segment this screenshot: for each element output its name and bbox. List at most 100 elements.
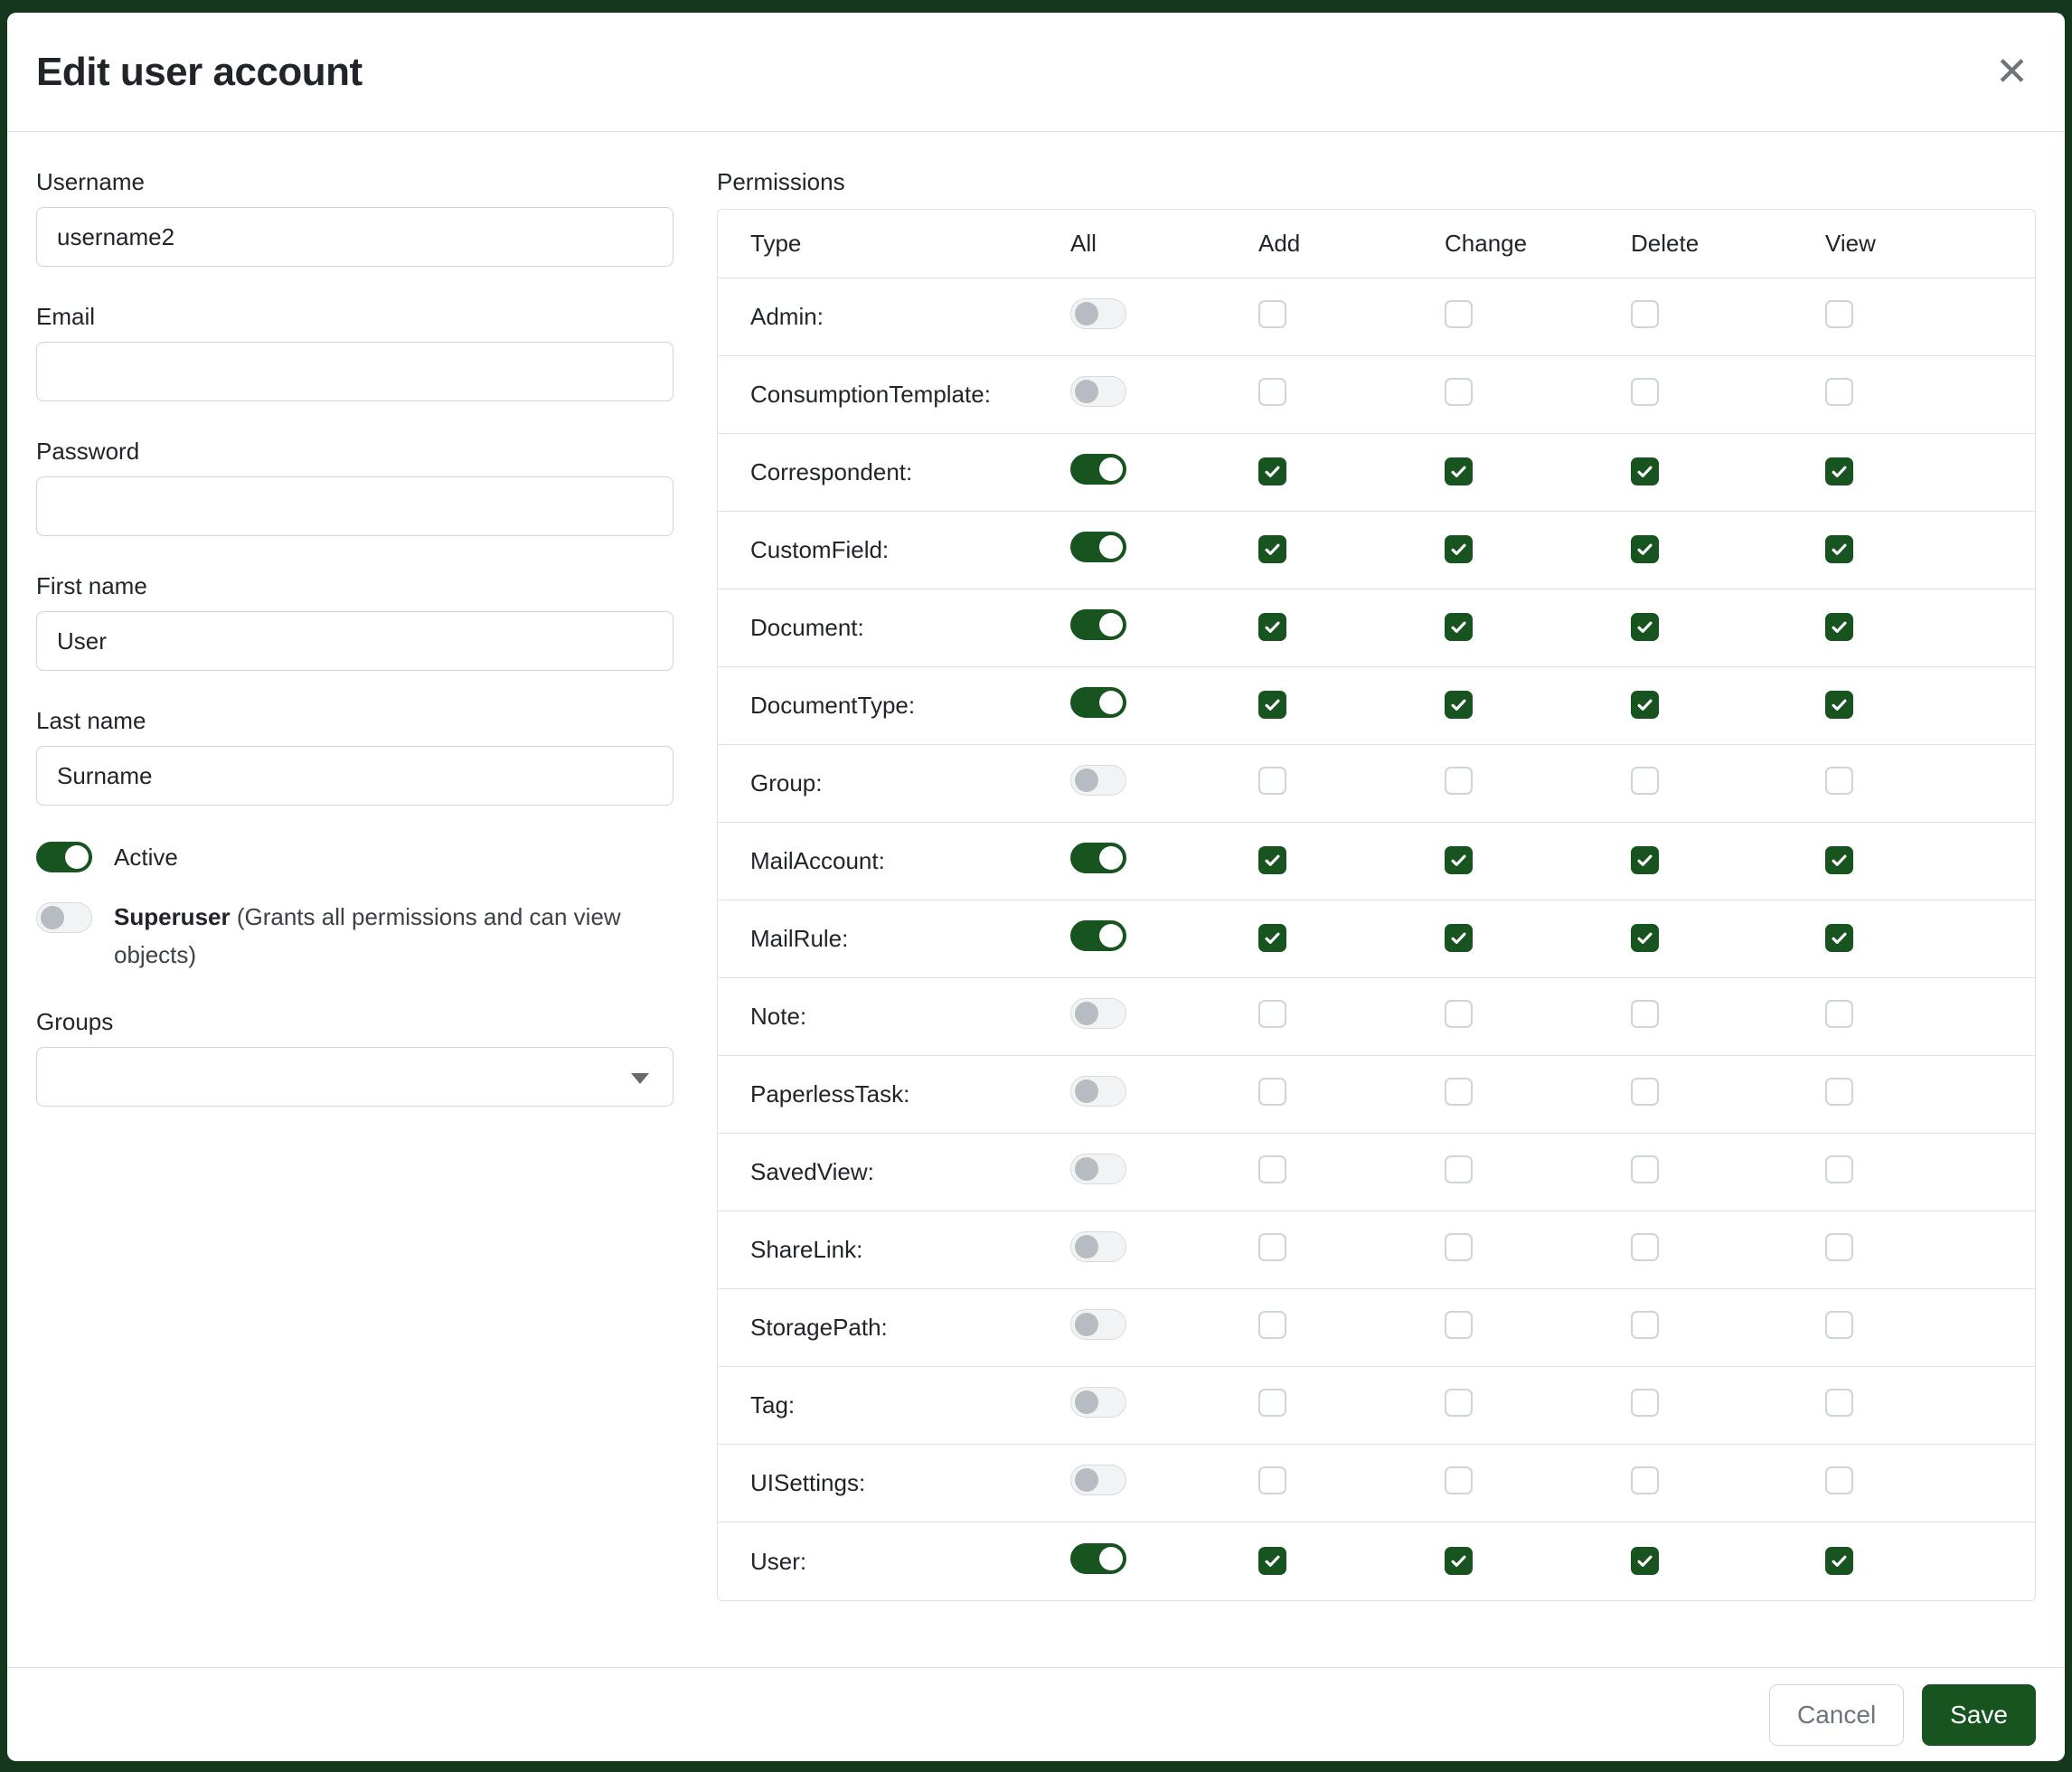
email-input[interactable] bbox=[36, 342, 673, 401]
toggle-knob bbox=[1075, 1002, 1098, 1025]
permission-add-checkbox[interactable] bbox=[1258, 767, 1286, 795]
permission-view-checkbox[interactable] bbox=[1825, 924, 1853, 952]
permission-change-checkbox[interactable] bbox=[1445, 1078, 1473, 1106]
superuser-toggle-row: Superuser (Grants all permissions and ca… bbox=[36, 898, 673, 974]
permission-delete-checkbox[interactable] bbox=[1631, 613, 1659, 641]
permission-all-toggle[interactable] bbox=[1070, 1465, 1126, 1495]
permission-add-checkbox[interactable] bbox=[1258, 691, 1286, 719]
permission-delete-checkbox[interactable] bbox=[1631, 1155, 1659, 1183]
permission-add-checkbox[interactable] bbox=[1258, 535, 1286, 563]
permission-delete-checkbox[interactable] bbox=[1631, 535, 1659, 563]
permission-change-checkbox[interactable] bbox=[1445, 535, 1473, 563]
permission-change-checkbox[interactable] bbox=[1445, 1000, 1473, 1028]
permission-delete-checkbox[interactable] bbox=[1631, 1547, 1659, 1575]
permission-add-checkbox[interactable] bbox=[1258, 1000, 1286, 1028]
permission-view-checkbox[interactable] bbox=[1825, 1311, 1853, 1339]
permission-change-checkbox[interactable] bbox=[1445, 691, 1473, 719]
permission-add-checkbox[interactable] bbox=[1258, 457, 1286, 485]
permission-change-checkbox[interactable] bbox=[1445, 1389, 1473, 1417]
permission-delete-checkbox[interactable] bbox=[1631, 924, 1659, 952]
permission-view-checkbox[interactable] bbox=[1825, 1078, 1853, 1106]
permission-delete-checkbox[interactable] bbox=[1631, 1466, 1659, 1494]
password-input[interactable] bbox=[36, 476, 673, 536]
permission-change-checkbox[interactable] bbox=[1445, 846, 1473, 874]
save-button[interactable]: Save bbox=[1922, 1684, 2036, 1746]
permission-view-checkbox[interactable] bbox=[1825, 846, 1853, 874]
permission-all-toggle[interactable] bbox=[1070, 1387, 1126, 1418]
permission-add-checkbox[interactable] bbox=[1258, 1466, 1286, 1494]
permission-all-toggle[interactable] bbox=[1070, 843, 1126, 873]
permission-view-checkbox[interactable] bbox=[1825, 1155, 1853, 1183]
permission-change-checkbox[interactable] bbox=[1445, 457, 1473, 485]
permission-change-checkbox[interactable] bbox=[1445, 300, 1473, 328]
permission-delete-checkbox[interactable] bbox=[1631, 1311, 1659, 1339]
permission-all-toggle[interactable] bbox=[1070, 998, 1126, 1029]
permission-change-checkbox[interactable] bbox=[1445, 924, 1473, 952]
permission-change-checkbox[interactable] bbox=[1445, 613, 1473, 641]
first-name-input[interactable] bbox=[36, 611, 673, 671]
superuser-toggle[interactable] bbox=[36, 902, 92, 933]
permission-add-checkbox[interactable] bbox=[1258, 1078, 1286, 1106]
permission-all-toggle[interactable] bbox=[1070, 1543, 1126, 1574]
permission-add-checkbox[interactable] bbox=[1258, 378, 1286, 406]
permission-delete-checkbox[interactable] bbox=[1631, 691, 1659, 719]
permission-delete-checkbox[interactable] bbox=[1631, 1000, 1659, 1028]
permission-all-toggle[interactable] bbox=[1070, 920, 1126, 951]
permission-all-toggle[interactable] bbox=[1070, 1076, 1126, 1107]
groups-select[interactable] bbox=[36, 1047, 673, 1107]
permission-change-checkbox[interactable] bbox=[1445, 1547, 1473, 1575]
permission-view-checkbox[interactable] bbox=[1825, 1000, 1853, 1028]
active-toggle[interactable] bbox=[36, 842, 92, 872]
permission-add-checkbox[interactable] bbox=[1258, 613, 1286, 641]
permission-add-checkbox[interactable] bbox=[1258, 300, 1286, 328]
permission-all-toggle[interactable] bbox=[1070, 609, 1126, 640]
permission-view-checkbox[interactable] bbox=[1825, 1233, 1853, 1261]
permission-all-toggle[interactable] bbox=[1070, 765, 1126, 796]
permission-delete-checkbox[interactable] bbox=[1631, 767, 1659, 795]
permission-delete-checkbox[interactable] bbox=[1631, 457, 1659, 485]
permission-view-checkbox[interactable] bbox=[1825, 300, 1853, 328]
permission-all-toggle[interactable] bbox=[1070, 298, 1126, 329]
username-input[interactable] bbox=[36, 207, 673, 267]
permission-add-checkbox[interactable] bbox=[1258, 1233, 1286, 1261]
permission-change-checkbox[interactable] bbox=[1445, 378, 1473, 406]
permission-delete-checkbox[interactable] bbox=[1631, 300, 1659, 328]
cancel-button[interactable]: Cancel bbox=[1769, 1684, 1904, 1746]
permission-delete-checkbox[interactable] bbox=[1631, 1078, 1659, 1106]
first-name-field-group: First name bbox=[36, 572, 673, 671]
permission-add-checkbox[interactable] bbox=[1258, 924, 1286, 952]
permission-all-toggle[interactable] bbox=[1070, 687, 1126, 718]
permission-view-checkbox[interactable] bbox=[1825, 1389, 1853, 1417]
permission-change-checkbox[interactable] bbox=[1445, 1311, 1473, 1339]
permission-all-toggle[interactable] bbox=[1070, 454, 1126, 485]
permission-add-checkbox[interactable] bbox=[1258, 1547, 1286, 1575]
permission-add-checkbox[interactable] bbox=[1258, 1389, 1286, 1417]
permission-view-checkbox[interactable] bbox=[1825, 767, 1853, 795]
permission-all-toggle[interactable] bbox=[1070, 532, 1126, 562]
permission-change-checkbox[interactable] bbox=[1445, 767, 1473, 795]
permission-view-checkbox[interactable] bbox=[1825, 691, 1853, 719]
permission-delete-checkbox[interactable] bbox=[1631, 378, 1659, 406]
permission-change-checkbox[interactable] bbox=[1445, 1155, 1473, 1183]
permission-add-checkbox[interactable] bbox=[1258, 846, 1286, 874]
permission-all-toggle[interactable] bbox=[1070, 1154, 1126, 1184]
permission-add-checkbox[interactable] bbox=[1258, 1155, 1286, 1183]
permission-view-checkbox[interactable] bbox=[1825, 613, 1853, 641]
permission-view-checkbox[interactable] bbox=[1825, 535, 1853, 563]
permission-view-checkbox[interactable] bbox=[1825, 1547, 1853, 1575]
permission-all-toggle[interactable] bbox=[1070, 1309, 1126, 1340]
permission-row: Correspondent: bbox=[718, 434, 2035, 512]
permission-change-checkbox[interactable] bbox=[1445, 1233, 1473, 1261]
permission-view-checkbox[interactable] bbox=[1825, 378, 1853, 406]
permission-view-checkbox[interactable] bbox=[1825, 1466, 1853, 1494]
close-button[interactable]: ✕ bbox=[1988, 45, 2036, 99]
permission-all-toggle[interactable] bbox=[1070, 376, 1126, 407]
permission-view-checkbox[interactable] bbox=[1825, 457, 1853, 485]
last-name-input[interactable] bbox=[36, 746, 673, 806]
permission-add-checkbox[interactable] bbox=[1258, 1311, 1286, 1339]
permission-delete-checkbox[interactable] bbox=[1631, 1389, 1659, 1417]
permission-delete-checkbox[interactable] bbox=[1631, 1233, 1659, 1261]
permission-all-toggle[interactable] bbox=[1070, 1231, 1126, 1262]
permission-change-checkbox[interactable] bbox=[1445, 1466, 1473, 1494]
permission-delete-checkbox[interactable] bbox=[1631, 846, 1659, 874]
